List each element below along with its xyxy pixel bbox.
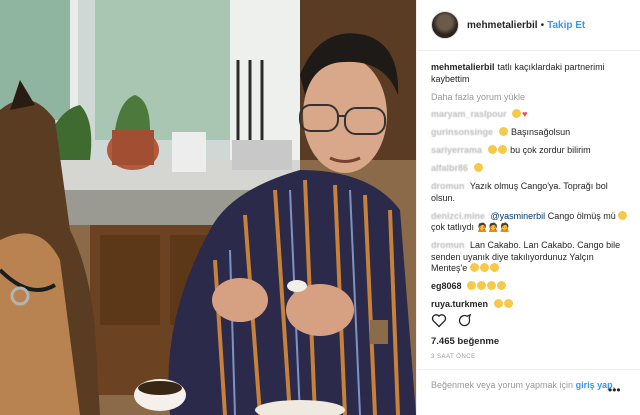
comment-username[interactable]: dromun	[431, 240, 465, 250]
crying-face-emoji-icon	[512, 109, 522, 118]
comment-username[interactable]: eg8068	[431, 281, 462, 291]
smile-emoji-icon	[469, 263, 479, 272]
comment-username[interactable]: sariyerrama	[431, 145, 482, 155]
comment-text: bu çok zordur bilirim	[510, 145, 591, 155]
header-username[interactable]: mehmetalierbil	[467, 20, 538, 31]
comment-icon[interactable]	[457, 313, 472, 328]
comment-text-2: çok tatlıydı	[431, 222, 475, 232]
likes-count[interactable]: 7.465 beğenme	[431, 336, 499, 347]
comment-item: gurinsonsinge Başınsağolsun	[431, 127, 631, 139]
post-header: mehmetalierbil • Takip Et	[417, 0, 640, 51]
avatar[interactable]	[431, 11, 459, 39]
heart-icon[interactable]	[431, 313, 447, 328]
comment-username[interactable]: alfalbr86	[431, 163, 468, 173]
post-photo[interactable]	[0, 0, 416, 415]
comment-item: dromun Lan Cakabo. Lan Cakabo. Cango bil…	[431, 240, 631, 275]
woman-emoji-icon: 🙍	[487, 222, 499, 232]
sad-face-emoji-icon	[477, 281, 487, 290]
comment-item: maryam_raslpour ♥	[431, 109, 631, 121]
comment-item: denizci.mine @yasminerbil Cango ölmüş mü…	[431, 210, 631, 234]
comment-username[interactable]: ruya.turkmen	[431, 299, 488, 309]
comment-item: eg8068	[431, 281, 631, 293]
sad-face-emoji-icon	[487, 281, 497, 290]
post-timestamp: 3 SAAT ÖNCE	[431, 354, 476, 360]
smile-emoji-icon	[479, 263, 489, 272]
follow-button[interactable]: Takip Et	[547, 20, 585, 31]
sad-face-emoji-icon	[503, 299, 513, 308]
sad-face-emoji-icon	[497, 145, 507, 154]
scene-image	[0, 0, 416, 415]
load-more-comments[interactable]: Daha fazla yorum yükle	[431, 92, 631, 104]
more-options-icon[interactable]: •••	[608, 383, 621, 397]
comment-item: dromun Yazık olmuş Cango'ya. Toprağı bol…	[431, 181, 631, 204]
comment-text: Başınsağolsun	[511, 127, 571, 137]
login-prompt: Beğenmek veya yorum yapmak için giriş ya…	[431, 379, 631, 391]
sad-face-emoji-icon	[473, 163, 483, 172]
comment-item: ruya.turkmen	[431, 299, 631, 311]
login-prompt-text: Beğenmek veya yorum yapmak için	[431, 380, 574, 390]
comment-item: alfalbr86	[431, 163, 631, 175]
sad-face-emoji-icon	[618, 210, 628, 220]
sad-face-emoji-icon	[497, 281, 507, 290]
comment-text: Cango ölmüş mü	[547, 210, 616, 221]
sad-face-emoji-icon	[487, 145, 497, 154]
separator-dot: •	[540, 19, 545, 31]
comment-username[interactable]: maryam_raslpour	[431, 109, 507, 119]
sad-face-emoji-icon	[467, 281, 477, 290]
caption-username[interactable]: mehmetalierbil	[431, 62, 495, 72]
comment-username[interactable]: gurinsonsinge	[431, 127, 493, 137]
divider	[417, 369, 640, 370]
woman-emoji-icon: 🙍	[498, 222, 511, 232]
action-bar	[431, 313, 472, 328]
comment-username[interactable]: dromun	[431, 181, 465, 191]
caption: mehmetalierbil tatlı kaçıklardaki partner…	[431, 62, 631, 85]
sad-face-emoji-icon	[493, 299, 503, 308]
comment-mention[interactable]: @yasminerbil	[491, 211, 546, 221]
comment-item: sariyerrama bu çok zordur bilirim	[431, 145, 631, 157]
instagram-post: mehmetalierbil • Takip Et mehmetalierbil…	[0, 0, 640, 415]
sad-face-emoji-icon	[498, 127, 508, 136]
red-heart-emoji-icon: ♥	[522, 109, 528, 119]
smile-emoji-icon	[489, 263, 499, 272]
comments-panel: mehmetalierbil • Takip Et mehmetalierbil…	[416, 0, 640, 415]
comment-username[interactable]: denizci.mine	[431, 211, 485, 221]
comment-list: mehmetalierbil tatlı kaçıklardaki partner…	[431, 62, 631, 317]
woman-emoji-icon: 🙍	[476, 222, 488, 232]
